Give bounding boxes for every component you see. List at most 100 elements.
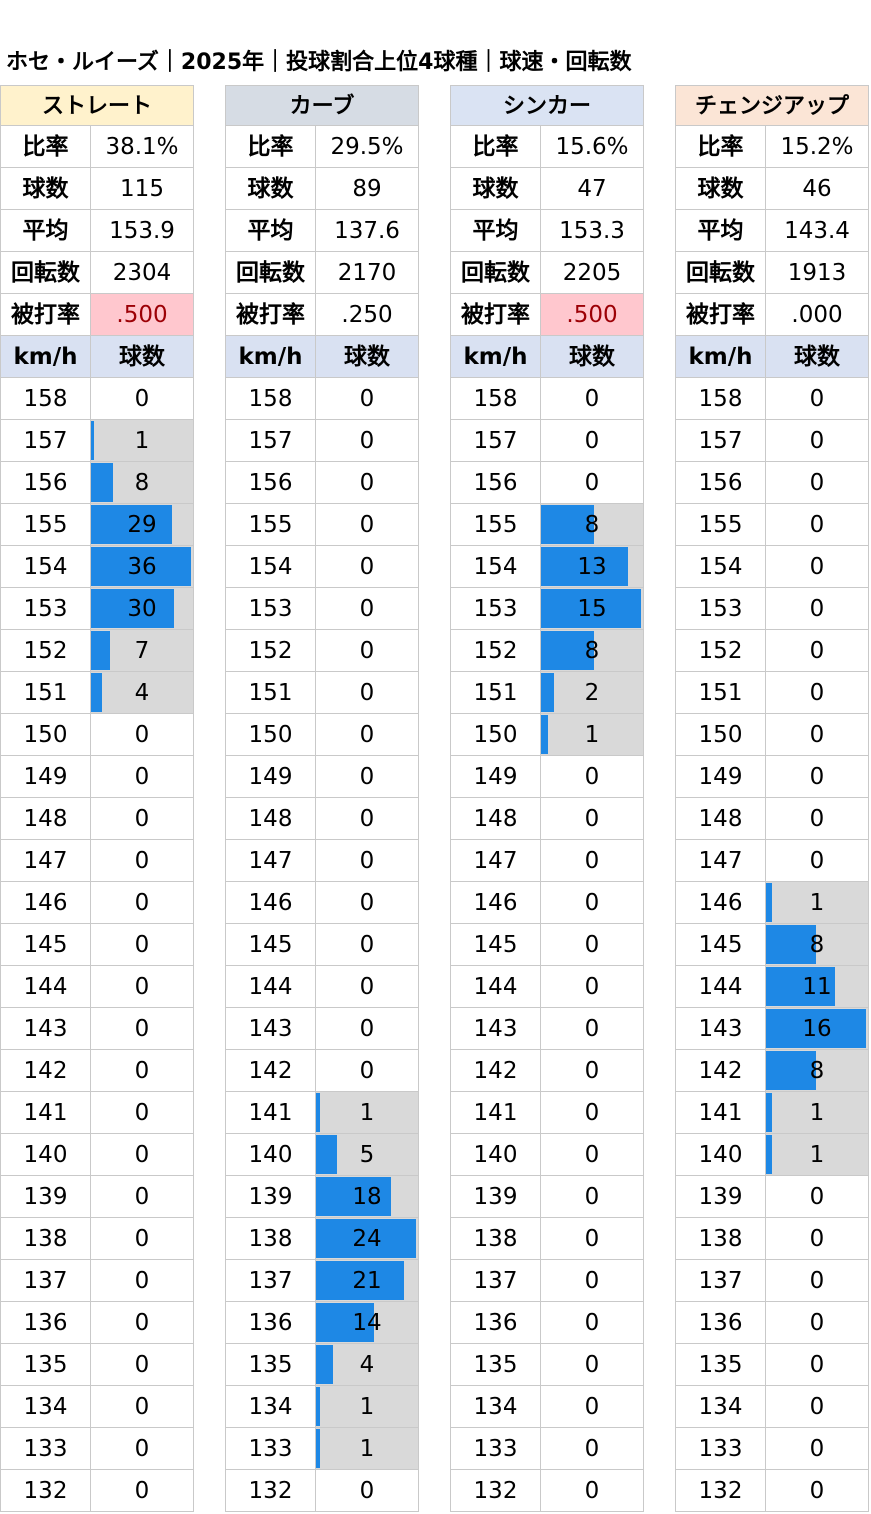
kmh-header: km/h xyxy=(0,336,91,378)
speed-value: 145 xyxy=(675,924,766,966)
speed-value: 147 xyxy=(675,840,766,882)
stat-value: 153.9 xyxy=(91,210,194,252)
speed-row: 143 0 xyxy=(225,1008,419,1050)
speed-value: 148 xyxy=(0,798,91,840)
speed-row: 139 0 xyxy=(450,1176,644,1218)
speed-row: 132 0 xyxy=(450,1470,644,1512)
speed-value: 156 xyxy=(225,462,316,504)
pitch-count-cell: 0 xyxy=(316,462,419,504)
pitch-count-cell: 0 xyxy=(541,1386,644,1428)
pitch-count-label: 0 xyxy=(584,890,600,916)
stat-row-avg-against: 被打率 .500 xyxy=(450,294,644,336)
speed-column-header: km/h 球数 xyxy=(675,336,869,378)
pitch-count-cell: 0 xyxy=(91,840,194,882)
pitch-count-label: 0 xyxy=(359,890,375,916)
pitch-count-bar xyxy=(766,1093,772,1132)
speed-value: 136 xyxy=(450,1302,541,1344)
stat-label: 比率 xyxy=(0,126,91,168)
speed-value: 151 xyxy=(225,672,316,714)
pitch-count-cell: 0 xyxy=(316,714,419,756)
pitch-count-cell: 0 xyxy=(541,1008,644,1050)
pitch-count-cell: 0 xyxy=(91,882,194,924)
pitch-count-label: 0 xyxy=(134,1436,150,1462)
speed-row: 145 0 xyxy=(225,924,419,966)
pitch-count-cell: 0 xyxy=(766,1260,869,1302)
pitch-count-cell: 0 xyxy=(91,1050,194,1092)
speed-row: 146 0 xyxy=(450,882,644,924)
kmh-header: km/h xyxy=(225,336,316,378)
pitch-count-cell: 0 xyxy=(766,1386,869,1428)
pitch-count-cell: 1 xyxy=(316,1428,419,1470)
pitch-count-label: 4 xyxy=(359,1352,375,1378)
speed-row: 157 0 xyxy=(450,420,644,462)
speed-value: 149 xyxy=(675,756,766,798)
pitch-count-label: 0 xyxy=(809,1478,825,1504)
speed-value: 143 xyxy=(225,1008,316,1050)
pitch-count-cell: 1 xyxy=(316,1092,419,1134)
pitch-count-cell: 16 xyxy=(766,1008,869,1050)
speed-value: 146 xyxy=(225,882,316,924)
pitch-count-cell: 0 xyxy=(541,1176,644,1218)
pitch-count-label: 0 xyxy=(584,848,600,874)
pitch-name-header: カーブ xyxy=(225,85,419,126)
pitch-count-label: 0 xyxy=(809,1352,825,1378)
pitch-count-label: 0 xyxy=(809,1394,825,1420)
speed-value: 155 xyxy=(225,504,316,546)
stat-value: .250 xyxy=(316,294,419,336)
pitch-count-label: 4 xyxy=(134,680,150,706)
speed-value: 150 xyxy=(0,714,91,756)
stat-row-avg-against: 被打率 .500 xyxy=(0,294,194,336)
pitch-count-label: 0 xyxy=(359,1016,375,1042)
pitch-count-label: 0 xyxy=(809,386,825,412)
speed-value: 136 xyxy=(225,1302,316,1344)
speed-value: 148 xyxy=(225,798,316,840)
speed-row: 153 15 xyxy=(450,588,644,630)
speed-value: 145 xyxy=(225,924,316,966)
pitch-count-cell: 0 xyxy=(316,420,419,462)
pitch-count-label: 0 xyxy=(584,1352,600,1378)
speed-row: 155 0 xyxy=(225,504,419,546)
kmh-header: km/h xyxy=(675,336,766,378)
speed-row: 142 8 xyxy=(675,1050,869,1092)
stat-value: 15.2% xyxy=(766,126,869,168)
pitch-count-label: 0 xyxy=(809,1310,825,1336)
stat-value: 38.1% xyxy=(91,126,194,168)
speed-value: 135 xyxy=(450,1344,541,1386)
pitch-count-cell: 0 xyxy=(541,420,644,462)
speed-value: 153 xyxy=(675,588,766,630)
speed-row: 142 0 xyxy=(225,1050,419,1092)
pitch-count-cell: 24 xyxy=(316,1218,419,1260)
pitch-count-cell: 29 xyxy=(91,504,194,546)
speed-value: 136 xyxy=(675,1302,766,1344)
speed-value: 149 xyxy=(450,756,541,798)
speed-row: 143 0 xyxy=(450,1008,644,1050)
speed-value: 151 xyxy=(0,672,91,714)
pitch-count-label: 1 xyxy=(584,722,600,748)
stat-row-ratio: 比率 15.2% xyxy=(675,126,869,168)
pitch-count-label: 11 xyxy=(802,974,832,1000)
stat-row-count: 球数 89 xyxy=(225,168,419,210)
speed-row: 157 1 xyxy=(0,420,194,462)
pitch-count-cell: 1 xyxy=(766,1134,869,1176)
speed-row: 144 0 xyxy=(0,966,194,1008)
pitch-count-cell: 0 xyxy=(316,924,419,966)
pitch-count-label: 0 xyxy=(134,1352,150,1378)
speed-row: 141 0 xyxy=(450,1092,644,1134)
pitch-count-label: 30 xyxy=(127,596,157,622)
speed-row: 148 0 xyxy=(675,798,869,840)
stat-value: 1913 xyxy=(766,252,869,294)
stat-label: 球数 xyxy=(0,168,91,210)
speed-row: 151 0 xyxy=(225,672,419,714)
speed-row: 153 0 xyxy=(225,588,419,630)
speed-value: 134 xyxy=(0,1386,91,1428)
pitch-count-cell: 0 xyxy=(91,1470,194,1512)
speed-value: 156 xyxy=(450,462,541,504)
speed-value: 138 xyxy=(450,1218,541,1260)
speed-row: 149 0 xyxy=(450,756,644,798)
pitch-count-label: 0 xyxy=(359,680,375,706)
speed-row: 137 21 xyxy=(225,1260,419,1302)
pitch-count-label: 0 xyxy=(584,386,600,412)
pitch-count-cell: 8 xyxy=(766,1050,869,1092)
pitch-count-label: 0 xyxy=(584,1394,600,1420)
speed-row: 133 0 xyxy=(0,1428,194,1470)
